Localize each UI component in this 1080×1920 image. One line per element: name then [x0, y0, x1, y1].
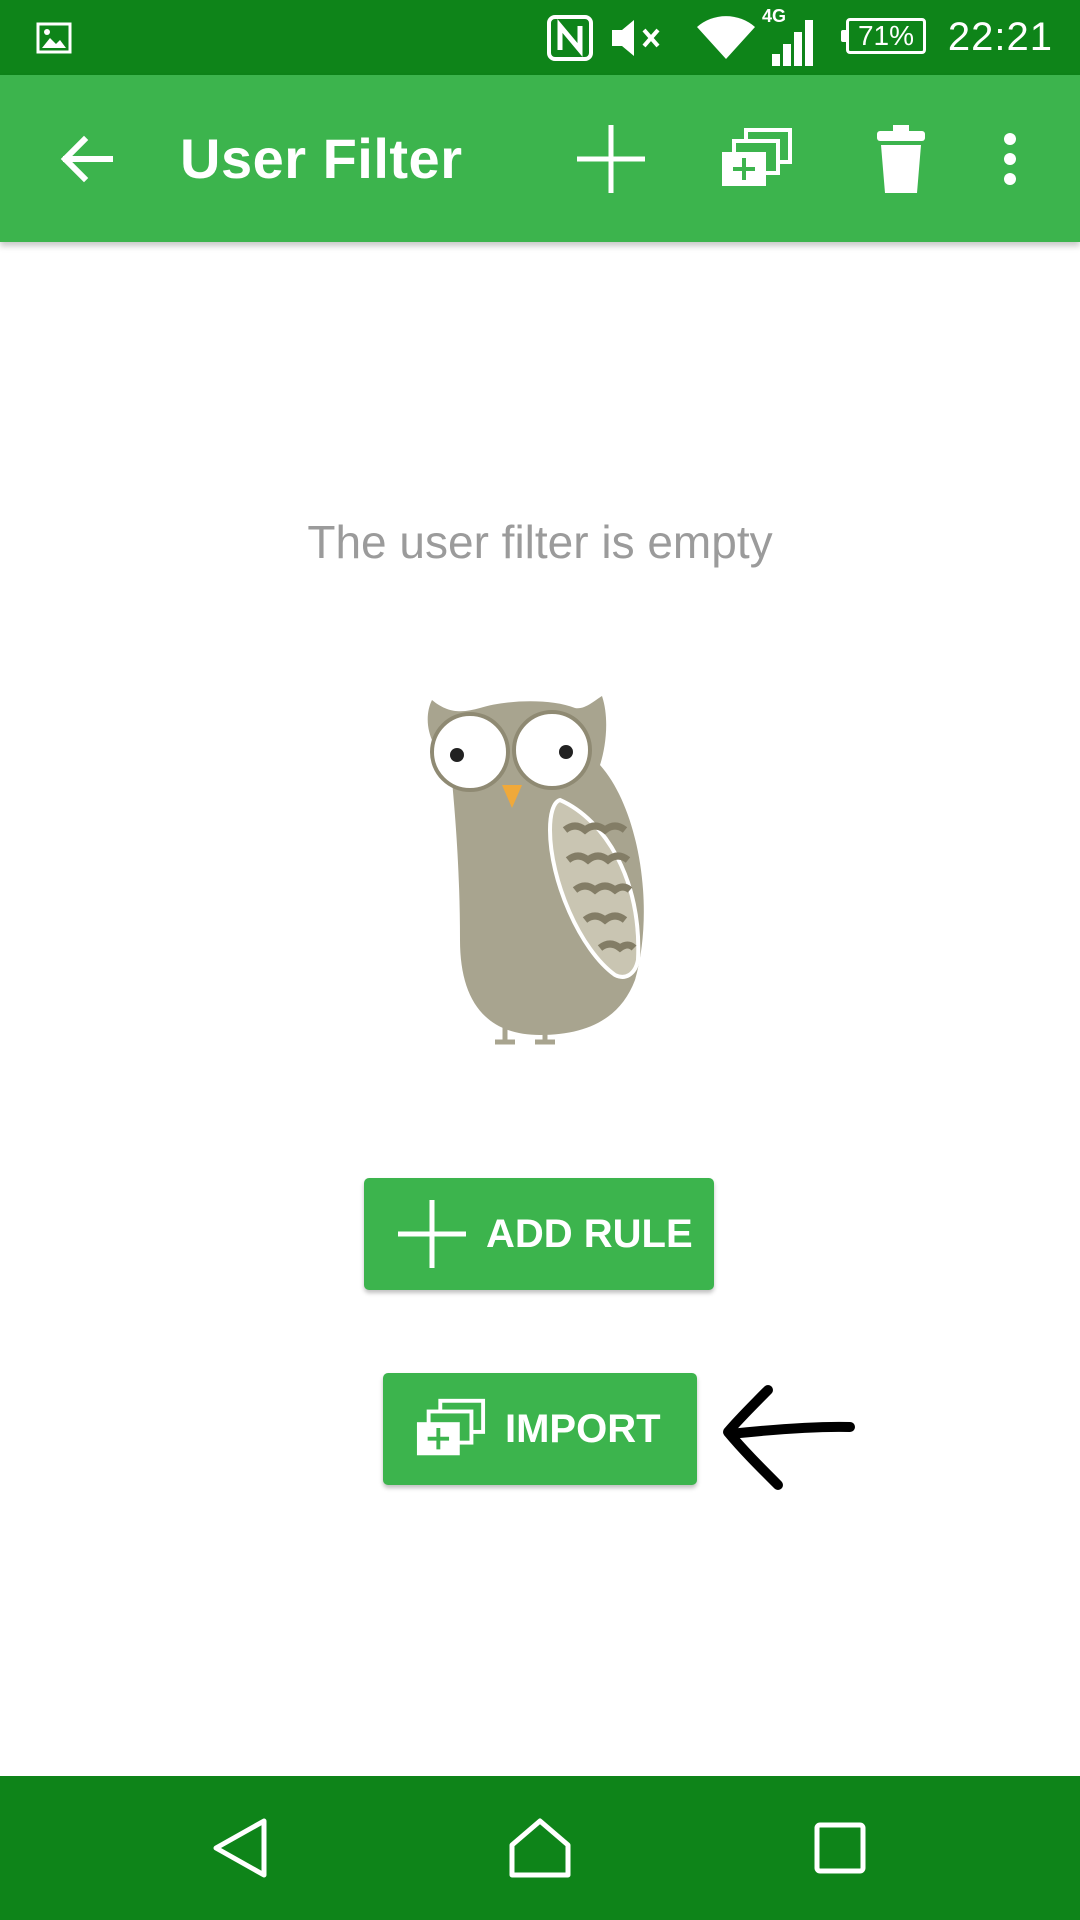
navigation-bar — [0, 1776, 1080, 1920]
owl-illustration — [410, 690, 670, 1045]
wifi-icon — [695, 0, 757, 75]
empty-state-message: The user filter is empty — [307, 516, 773, 568]
network-type: 4G — [762, 6, 787, 26]
page-title: User Filter — [180, 127, 463, 190]
status-time: 22:21 — [947, 15, 1053, 59]
nfc-icon — [546, 0, 594, 75]
add-rule-label: ADD RULE — [486, 1211, 693, 1256]
import-label: IMPORT — [505, 1406, 661, 1451]
battery-icon: 71% — [841, 18, 926, 54]
status-bar: 4G 71% 22:21 — [0, 0, 1080, 75]
import-icon — [415, 1398, 487, 1460]
app-bar: User Filter — [0, 75, 1080, 242]
screen: 4G 71% 22:21 User Filter The user filter… — [0, 0, 1080, 1920]
add-rule-button[interactable]: ADD RULE — [364, 1178, 714, 1290]
add-icon[interactable] — [566, 75, 656, 242]
battery-level: 71% — [857, 20, 915, 51]
add-icon — [396, 1198, 468, 1270]
back-arrow-icon[interactable] — [46, 75, 126, 242]
import-button[interactable]: IMPORT — [383, 1373, 697, 1485]
image-notification-icon — [36, 0, 72, 75]
hand-drawn-arrow-icon — [718, 1380, 858, 1495]
overflow-menu-icon[interactable] — [980, 75, 1040, 242]
home-icon[interactable] — [460, 1776, 620, 1920]
back-triangle-icon[interactable] — [160, 1776, 320, 1920]
mute-icon — [610, 0, 666, 75]
trash-icon[interactable] — [856, 75, 946, 242]
import-icon[interactable] — [712, 75, 802, 242]
recents-icon[interactable] — [760, 1776, 920, 1920]
cell-signal-icon: 4G — [762, 0, 820, 83]
